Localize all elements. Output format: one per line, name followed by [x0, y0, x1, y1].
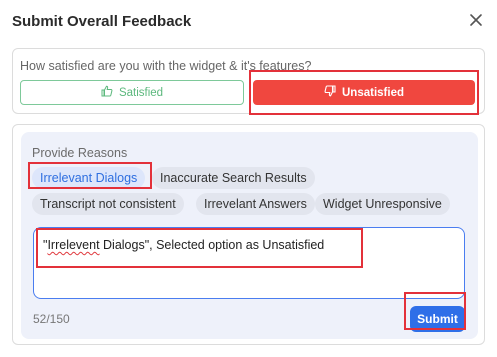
- reasons-panel: Provide Reasons Irrelevant Dialogs Inacc…: [21, 132, 478, 339]
- dialog-header: Submit Overall Feedback: [0, 0, 497, 42]
- reason-chip-widget-unresponsive[interactable]: Widget Unresponsive: [315, 193, 450, 215]
- reasons-label: Provide Reasons: [32, 146, 128, 160]
- satisfaction-question: How satisfied are you with the widget & …: [20, 59, 312, 73]
- unsatisfied-button[interactable]: Unsatisfied: [253, 80, 475, 105]
- spellcheck-word: Irrelevent: [47, 238, 100, 252]
- reason-chip-irrevelant-answers[interactable]: Irrevelant Answers: [196, 193, 315, 215]
- unsatisfied-label: Unsatisfied: [342, 86, 404, 99]
- satisfied-button[interactable]: Satisfied: [20, 80, 244, 105]
- satisfaction-section: How satisfied are you with the widget & …: [12, 48, 485, 114]
- close-icon[interactable]: [468, 12, 484, 28]
- satisfied-label: Satisfied: [118, 86, 164, 99]
- reason-chip-irrelevant-dialogs[interactable]: Irrelevant Dialogs: [32, 167, 146, 189]
- character-counter: 52/150: [33, 312, 70, 326]
- reason-chip-transcript-not-consistent[interactable]: Transcript not consistent: [32, 193, 184, 215]
- thumbs-up-icon: [101, 85, 113, 100]
- comment-text: "Irrelevent Dialogs", Selected option as…: [43, 238, 325, 252]
- submit-button[interactable]: Submit: [410, 306, 465, 332]
- thumbs-down-icon: [324, 85, 336, 100]
- reasons-section: Provide Reasons Irrelevant Dialogs Inacc…: [12, 124, 485, 345]
- comment-textarea[interactable]: "Irrelevent Dialogs", Selected option as…: [33, 227, 465, 299]
- reason-chip-inaccurate-search-results[interactable]: Inaccurate Search Results: [152, 167, 315, 189]
- dialog-title: Submit Overall Feedback: [12, 13, 192, 30]
